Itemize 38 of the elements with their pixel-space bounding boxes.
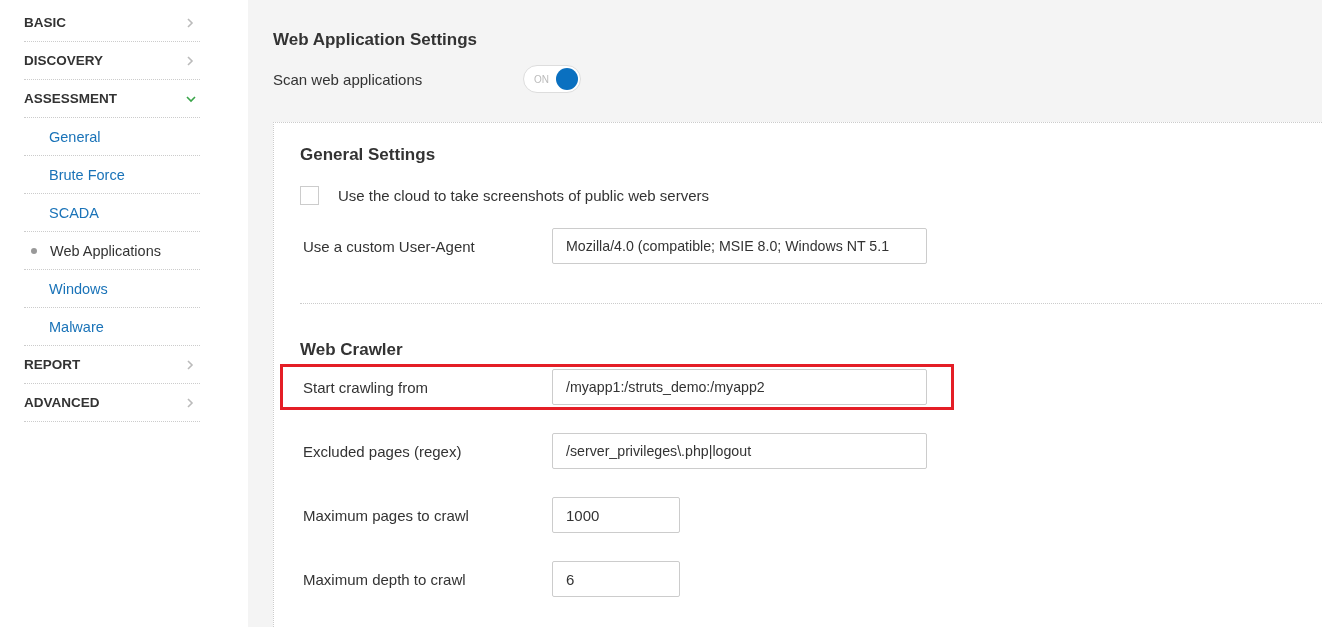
section-label: ADVANCED [24,395,100,410]
chevron-right-icon [186,17,194,28]
field-label: Maximum pages to crawl [303,506,470,524]
sidebar-link[interactable]: Brute Force [49,166,125,183]
field-label: Start crawling from [303,378,430,396]
section-label: REPORT [24,357,81,372]
sidebar-section[interactable]: BASIC [24,4,200,42]
section-label: ASSESSMENT [24,91,118,106]
field-label: Use a custom User-Agent [303,237,476,255]
section-title: Web Crawler [300,340,404,360]
input-field[interactable]: /server_privileges\.php|logout [552,433,927,469]
checkbox-label: Use the cloud to take screenshots of public web servers [338,187,710,204]
checkbox[interactable] [300,186,319,205]
input-field[interactable]: /myapp1:/struts_demo:/myapp2 [552,369,927,405]
sidebar-section[interactable]: REPORT [24,346,200,384]
sidebar-link[interactable]: Malware [49,318,104,335]
input-field[interactable]: Mozilla/4.0 (compatible; MSIE 8.0; Windows NT 5.1 [552,228,927,264]
input-field[interactable]: 6 [552,561,680,597]
section-label: BASIC [24,15,66,30]
input-field[interactable]: 1000 [552,497,680,533]
sidebar-link[interactable]: General [49,128,101,145]
chevron-right-icon [186,55,194,66]
section-label: DISCOVERY [24,53,104,68]
chevron-right-icon [186,397,194,408]
toggle-label: Scan web applications [273,70,424,88]
field-label: Maximum depth to crawl [303,570,467,588]
sidebar-link[interactable]: Windows [49,280,108,297]
sidebar-section[interactable]: DISCOVERY [24,42,200,80]
sidebar-link[interactable]: Web Applications [50,242,161,259]
chevron-down-icon [186,94,196,103]
field-label: Excluded pages (regex) [303,442,463,460]
bullet-icon [31,247,37,254]
section-title: General Settings [300,145,437,165]
sidebar-section[interactable]: ADVANCED [24,384,200,422]
sidebar-section[interactable]: ASSESSMENT [24,80,200,118]
chevron-right-icon [186,359,194,370]
sidebar-link[interactable]: SCADA [49,204,99,221]
page-title: Web Application Settings [273,30,478,50]
